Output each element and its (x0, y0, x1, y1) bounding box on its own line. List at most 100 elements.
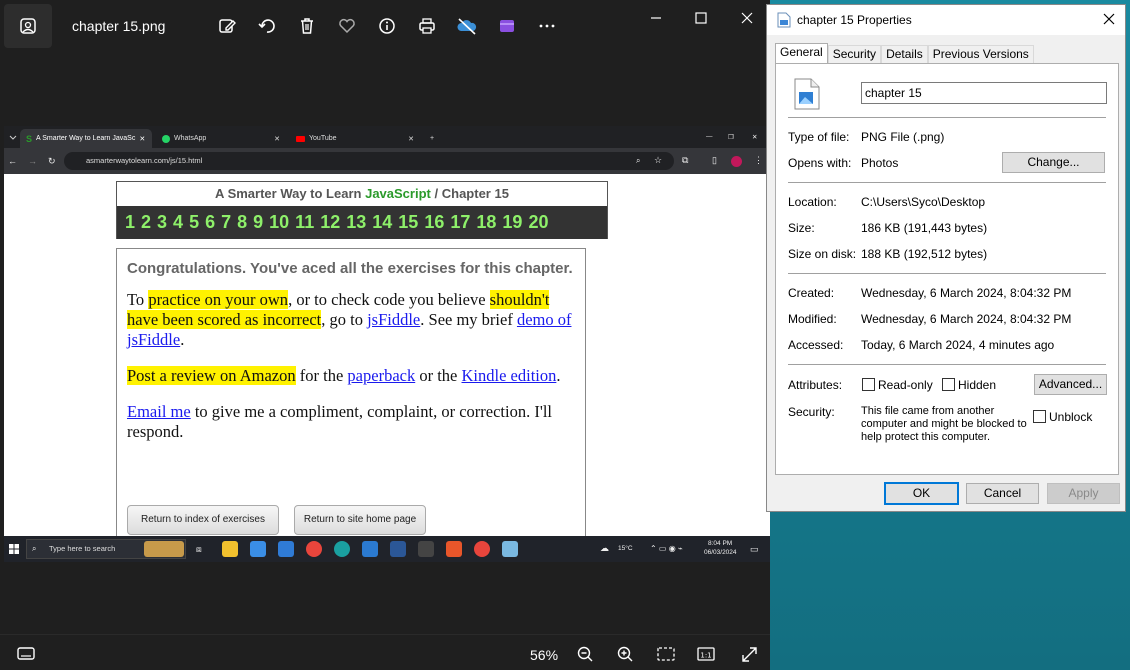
chapter-link-16[interactable]: 16 (424, 212, 444, 233)
address-bar[interactable]: asmarterwaytolearn.com/js/15.html (64, 152, 674, 170)
maximize-icon (695, 12, 707, 24)
browser-tab-youtube[interactable]: YouTube ✕ (290, 129, 420, 148)
chapter-link-12[interactable]: 12 (320, 212, 340, 233)
apply-button[interactable]: Apply (1047, 483, 1120, 504)
onedrive-button[interactable] (455, 14, 479, 38)
word-icon[interactable] (390, 541, 406, 557)
profile-avatar[interactable] (731, 156, 742, 167)
tray-icons[interactable]: ⌃ ▭ ◉ ⌁ (650, 544, 683, 553)
mail-icon[interactable] (278, 541, 294, 557)
chapter-link-1[interactable]: 1 (125, 212, 135, 233)
jsfiddle-link[interactable]: jsFiddle (367, 310, 420, 329)
tab-security[interactable]: Security (827, 45, 882, 63)
close-icon[interactable] (1101, 11, 1117, 27)
clock-time[interactable]: 8:04 PM (708, 540, 732, 547)
ok-button[interactable]: OK (884, 482, 959, 505)
browser-tab-whatsapp[interactable]: WhatsApp ✕ (156, 129, 286, 148)
hidden-checkbox[interactable] (942, 378, 955, 391)
clock-date[interactable]: 06/03/2024 (704, 549, 737, 556)
chapter-link-9[interactable]: 9 (253, 212, 263, 233)
rotate-button[interactable] (255, 14, 279, 38)
store-icon[interactable] (250, 541, 266, 557)
cancel-button[interactable]: Cancel (966, 483, 1039, 504)
kindle-edition-link[interactable]: Kindle edition (462, 366, 557, 385)
notification-icon[interactable]: ▭ (750, 544, 759, 555)
return-index-button[interactable]: Return to index of exercises (127, 505, 279, 535)
chapter-link-6[interactable]: 6 (205, 212, 215, 233)
reload-icon[interactable]: ↻ (48, 156, 56, 167)
language-icon[interactable] (418, 541, 434, 557)
edit-image-button[interactable] (215, 14, 239, 38)
weather-temp[interactable]: 15°C (618, 545, 633, 552)
browser-restore-icon[interactable]: ❐ (728, 133, 734, 141)
tab-previous-versions[interactable]: Previous Versions (927, 45, 1034, 63)
paperback-link[interactable]: paperback (347, 366, 415, 385)
browser-tab-asmarterway[interactable]: S A Smarter Way to Learn JavaSc ✕ (20, 129, 152, 148)
photo-filename: chapter 15.png (72, 18, 166, 34)
chapter-link-2[interactable]: 2 (141, 212, 151, 233)
sidepanel-icon[interactable]: ▯ (712, 155, 717, 166)
close-button[interactable] (735, 8, 759, 28)
new-tab-button[interactable]: + (424, 129, 440, 148)
extensions-icon[interactable]: ⧉ (682, 155, 688, 166)
chapter-link-8[interactable]: 8 (237, 212, 247, 233)
chapter-link-14[interactable]: 14 (372, 212, 392, 233)
advanced-button[interactable]: Advanced... (1034, 374, 1107, 395)
address-url: asmarterwaytolearn.com/js/15.html (86, 156, 203, 165)
chapter-link-19[interactable]: 19 (502, 212, 522, 233)
info-button[interactable] (375, 14, 399, 38)
delete-button[interactable] (295, 14, 319, 38)
back-icon[interactable]: ← (8, 156, 17, 166)
zoom-in-icon[interactable] (616, 645, 636, 663)
windows-start-icon[interactable] (9, 544, 19, 554)
chapter-link-5[interactable]: 5 (189, 212, 199, 233)
chapter-link-10[interactable]: 10 (269, 212, 289, 233)
print-button[interactable] (415, 14, 439, 38)
email-me-link[interactable]: Email me (127, 402, 191, 421)
chapter-link-4[interactable]: 4 (173, 212, 183, 233)
file-name-field[interactable] (861, 82, 1107, 104)
chapter-link-15[interactable]: 15 (398, 212, 418, 233)
vscode-icon[interactable] (362, 541, 378, 557)
task-view-icon[interactable]: ⧈ (196, 544, 202, 555)
chapter-link-7[interactable]: 7 (221, 212, 231, 233)
browser-minimize-icon[interactable]: — (706, 133, 713, 140)
gallery-button[interactable] (4, 4, 52, 48)
chapter-link-11[interactable]: 11 (295, 212, 314, 233)
accessed-value: Today, 6 March 2024, 4 minutes ago (861, 338, 1055, 352)
bookmark-star-icon[interactable]: ☆ (654, 155, 662, 166)
app-icon[interactable] (446, 541, 462, 557)
actual-size-icon[interactable]: 1:1 (696, 645, 716, 663)
unblock-checkbox[interactable] (1033, 410, 1046, 423)
fit-to-window-icon[interactable] (656, 645, 676, 663)
chapter-link-17[interactable]: 17 (450, 212, 470, 233)
maximize-button[interactable] (689, 8, 713, 28)
favorite-button[interactable] (335, 14, 359, 38)
forward-icon[interactable]: → (28, 156, 37, 166)
minimize-button[interactable] (644, 8, 668, 28)
change-button[interactable]: Change... (1002, 152, 1105, 173)
browser-menu-icon[interactable]: ⋮ (754, 155, 763, 166)
filmstrip-icon[interactable] (16, 645, 36, 663)
edge-icon[interactable] (334, 541, 350, 557)
return-home-button[interactable]: Return to site home page (294, 505, 426, 535)
dialog-titlebar[interactable]: chapter 15 Properties (767, 5, 1125, 35)
chrome-active-icon[interactable] (474, 541, 490, 557)
rotate-icon (258, 19, 275, 33)
chapter-link-18[interactable]: 18 (476, 212, 496, 233)
clipchamp-button[interactable] (495, 14, 519, 38)
browser-close-icon[interactable]: ✕ (752, 133, 757, 141)
readonly-checkbox[interactable] (862, 378, 875, 391)
zoom-icon[interactable]: ⌕ (636, 156, 640, 166)
chapter-link-3[interactable]: 3 (157, 212, 167, 233)
fullscreen-icon[interactable] (740, 645, 760, 663)
chapter-link-13[interactable]: 13 (346, 212, 366, 233)
more-options-button[interactable] (535, 14, 559, 38)
tab-general[interactable]: General (775, 43, 828, 63)
chapter-link-20[interactable]: 20 (528, 212, 548, 233)
notepad-icon[interactable] (502, 541, 518, 557)
tab-details[interactable]: Details (881, 45, 928, 63)
file-explorer-icon[interactable] (222, 541, 238, 557)
chrome-icon[interactable] (306, 541, 322, 557)
zoom-out-icon[interactable] (576, 645, 596, 663)
